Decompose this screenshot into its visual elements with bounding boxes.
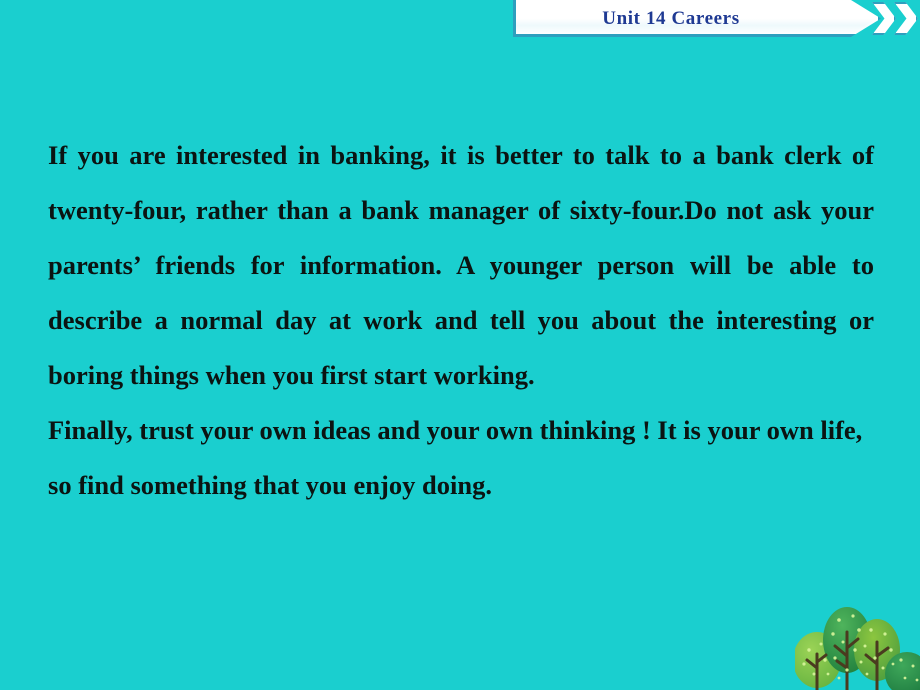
slide-canvas: Unit 14 Careers If you are interested in… — [0, 0, 920, 690]
page-title: Unit 14 Careers — [602, 8, 740, 29]
paragraph-1-text: If you are interested in banking, it is … — [48, 140, 874, 390]
paragraph-2-text: Finally, trust your own ideas and your o… — [48, 415, 863, 500]
header-banner: Unit 14 Careers — [513, 0, 881, 37]
paragraph-1: If you are interested in banking, it is … — [48, 128, 874, 403]
body-text-block: If you are interested in banking, it is … — [48, 128, 874, 513]
trees-illustration — [795, 598, 920, 690]
paragraph-2: Finally, trust your own ideas and your o… — [48, 403, 874, 513]
chevron-right-icon-2 — [894, 2, 918, 35]
